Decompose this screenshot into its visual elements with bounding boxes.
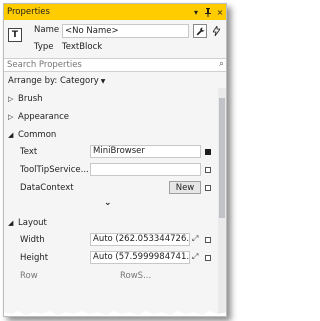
category-common-label: Common xyxy=(18,130,57,140)
auto-size-icon[interactable]: ⤢ xyxy=(192,234,198,244)
search-input[interactable] xyxy=(7,59,207,71)
category-brush[interactable]: ▷ Brush xyxy=(8,94,43,104)
expand-triangle-icon: ▷ xyxy=(8,95,14,103)
lightning-icon[interactable] xyxy=(209,24,223,38)
pin-icon[interactable] xyxy=(202,5,214,19)
tooltip-advanced-marker[interactable] xyxy=(205,167,211,173)
category-layout-label: Layout xyxy=(18,218,47,228)
arrange-by-dropdown[interactable]: Arrange by: Category ▼ xyxy=(8,76,105,86)
title-bar: Properties ▾ × xyxy=(4,4,226,20)
name-input[interactable] xyxy=(62,24,189,38)
text-advanced-marker[interactable] xyxy=(205,149,211,155)
row-property-label: Row xyxy=(20,271,38,281)
close-icon[interactable]: × xyxy=(214,5,226,19)
height-advanced-marker[interactable] xyxy=(205,255,211,261)
height-property-input[interactable]: Auto (57.5999984741... xyxy=(90,251,190,264)
element-header: T Name Type TextBlock xyxy=(4,20,226,58)
tooltip-property-label: ToolTipService... xyxy=(20,165,89,175)
datacontext-property-label: DataContext xyxy=(20,183,74,193)
chevron-down-icon: ▼ xyxy=(100,78,106,85)
search-icon[interactable]: ⌕ xyxy=(219,59,224,69)
height-property-label: Height xyxy=(20,253,49,263)
category-brush-label: Brush xyxy=(18,94,43,104)
torn-edge xyxy=(4,311,226,316)
rowspan-property-label: RowS... xyxy=(120,271,152,281)
category-appearance-label: Appearance xyxy=(18,112,70,122)
arrange-by-label: Arrange by: Category xyxy=(8,76,99,86)
category-appearance[interactable]: ▷ Appearance xyxy=(8,112,69,122)
wrench-icon[interactable] xyxy=(193,24,207,38)
vertical-scrollbar[interactable] xyxy=(218,88,226,316)
type-value: TextBlock xyxy=(62,42,103,52)
scrollbar-thumb[interactable] xyxy=(219,98,225,218)
auto-size-icon[interactable]: ⤢ xyxy=(192,252,198,262)
dropdown-icon[interactable]: ▾ xyxy=(190,5,202,19)
name-label: Name xyxy=(34,25,60,35)
tooltip-property-input[interactable] xyxy=(90,163,201,176)
category-layout[interactable]: ◢ Layout xyxy=(8,218,47,228)
width-advanced-marker[interactable] xyxy=(205,237,211,243)
panel-title: Properties xyxy=(7,7,50,17)
category-common[interactable]: ◢ Common xyxy=(8,130,56,140)
text-property-input[interactable]: MiniBrowser xyxy=(90,145,201,158)
type-label: Type xyxy=(34,42,54,52)
datacontext-advanced-marker[interactable] xyxy=(205,185,211,191)
width-property-input[interactable]: Auto (262.053344726... xyxy=(90,233,190,246)
textblock-type-icon: T xyxy=(8,28,22,42)
text-property-label: Text xyxy=(20,147,38,157)
collapse-triangle-icon: ◢ xyxy=(8,219,14,227)
expand-triangle-icon: ▷ xyxy=(8,113,14,121)
search-bar: ⌕ xyxy=(4,58,226,72)
width-property-label: Width xyxy=(20,235,45,245)
properties-panel: Properties ▾ × T Name Type TextBlock ⌕ A… xyxy=(3,3,227,317)
collapse-triangle-icon: ◢ xyxy=(8,131,14,139)
show-more-chevron-icon[interactable]: ⌄ xyxy=(104,198,112,208)
datacontext-new-button[interactable]: New xyxy=(169,181,201,194)
